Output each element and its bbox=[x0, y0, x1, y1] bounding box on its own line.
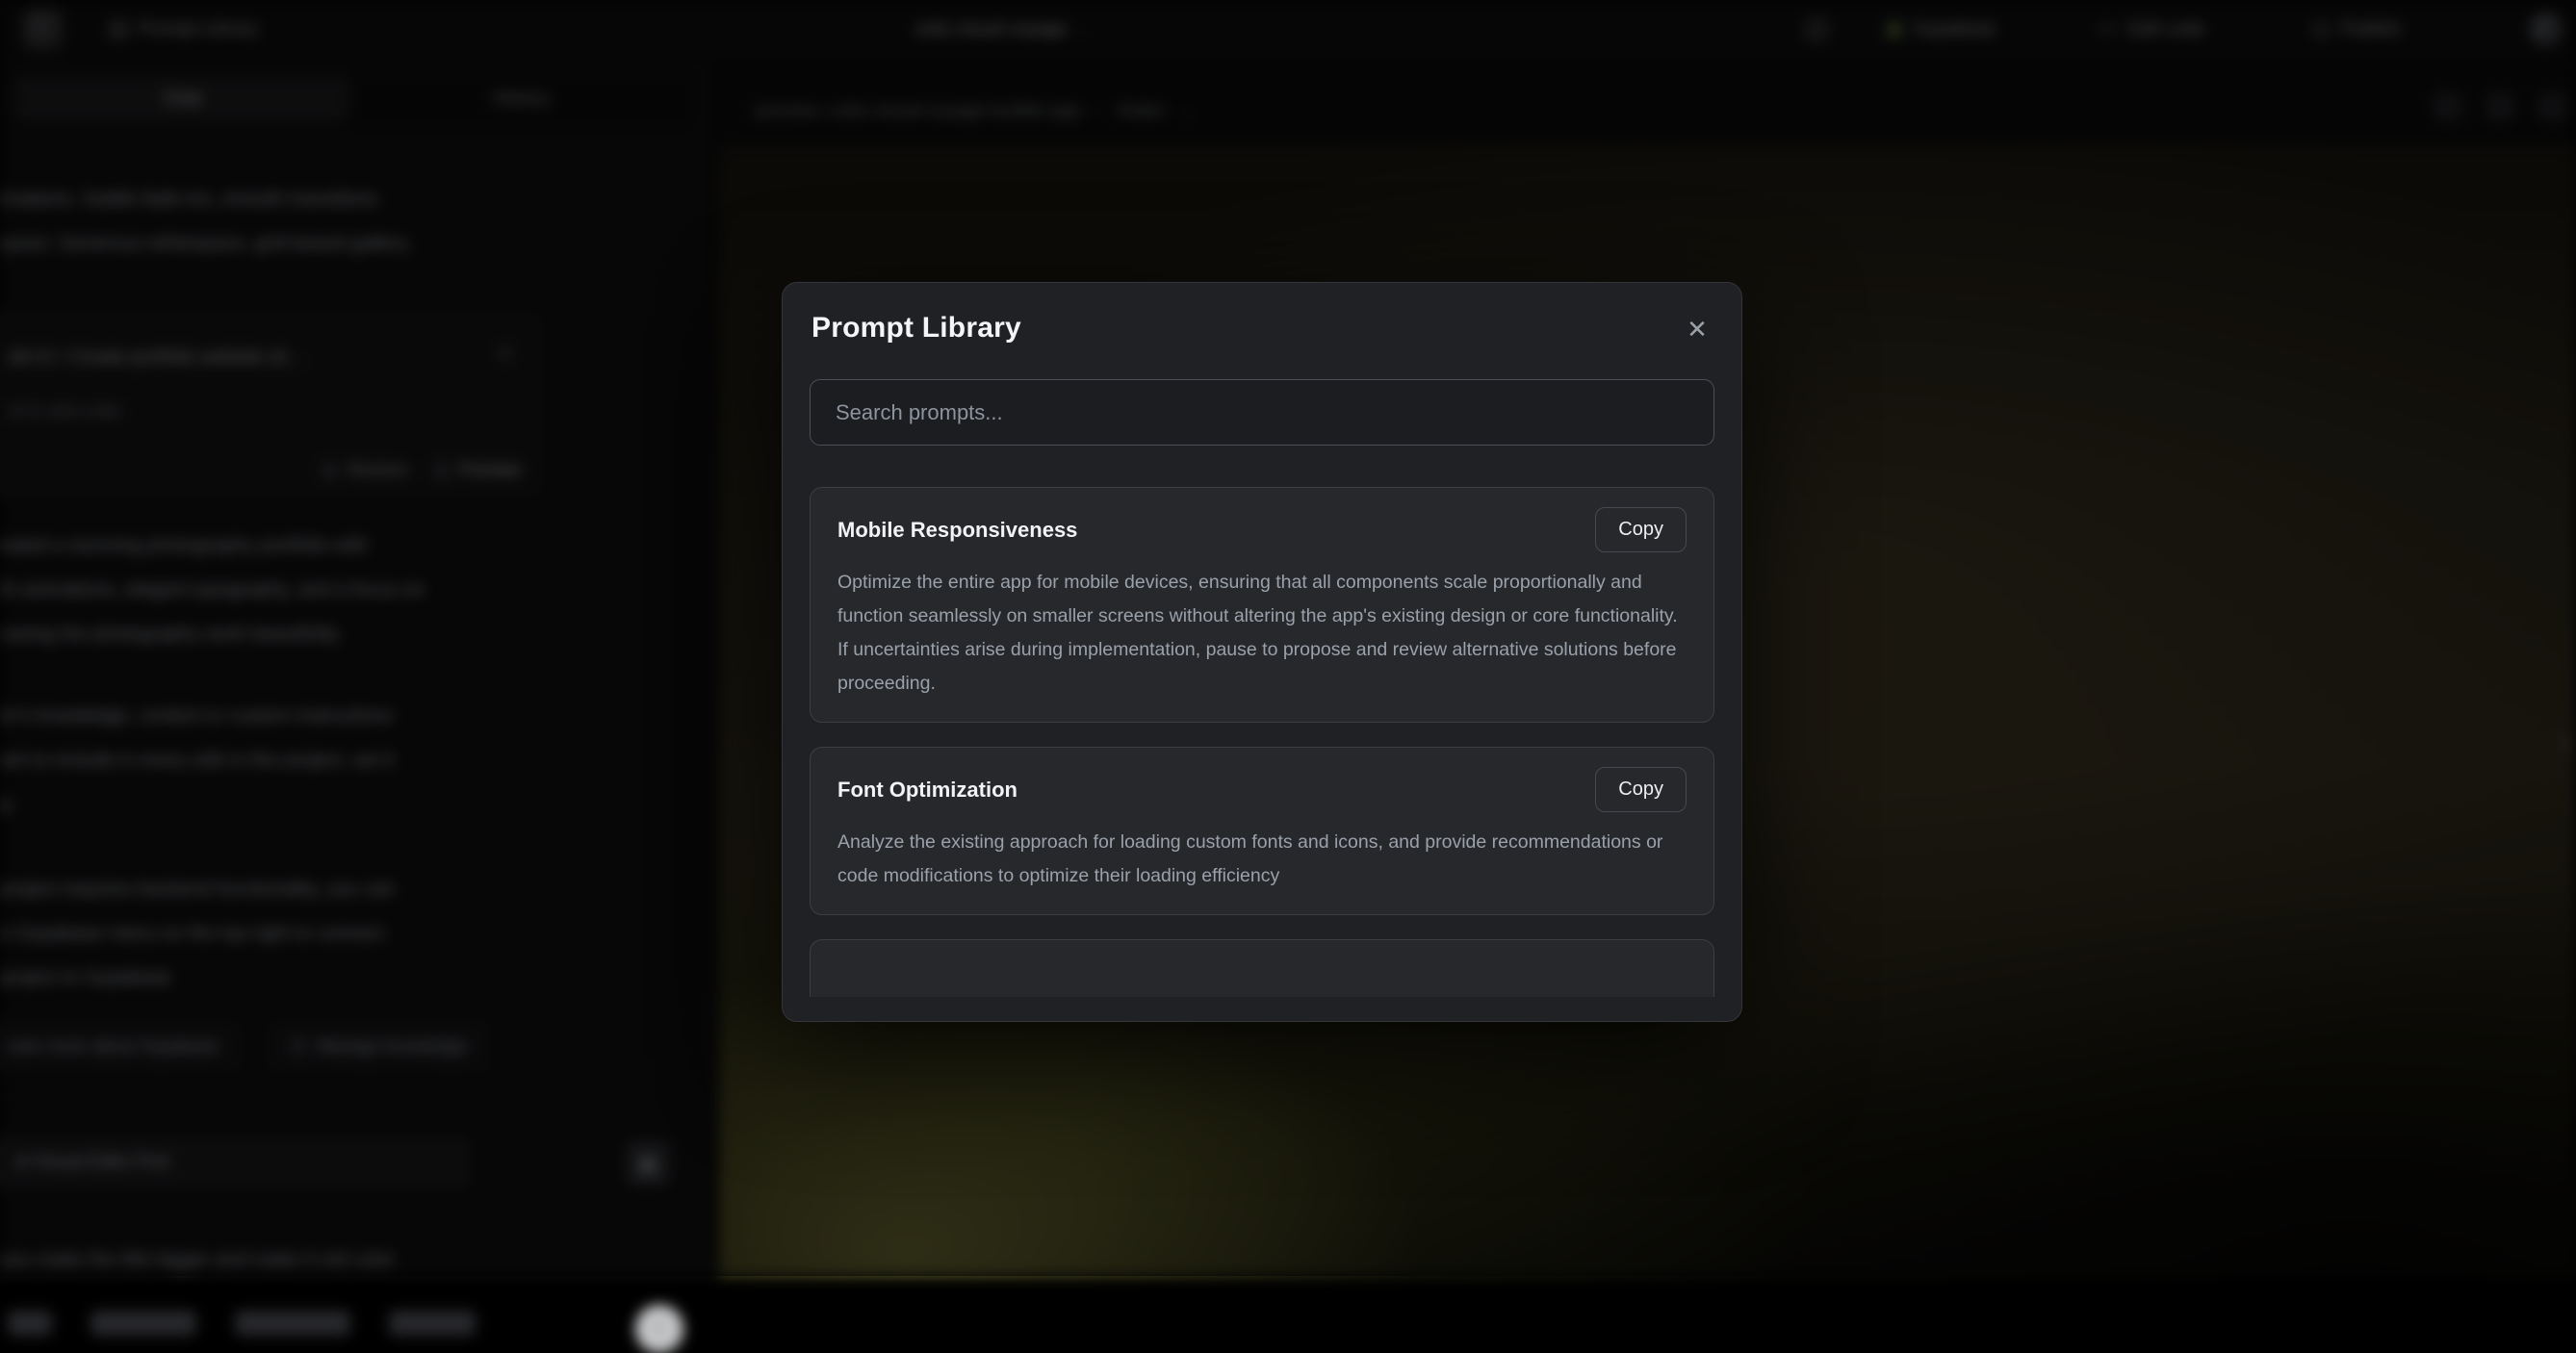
modal-title: Prompt Library bbox=[811, 312, 1021, 345]
close-icon[interactable]: ✕ bbox=[1680, 312, 1714, 346]
send-icon: ↑ bbox=[654, 1315, 665, 1342]
composer-toolbar bbox=[8, 1311, 476, 1336]
search-input[interactable] bbox=[810, 379, 1714, 446]
prompt-card-partial bbox=[810, 939, 1714, 997]
send-button[interactable]: ↑ bbox=[635, 1305, 683, 1353]
composer-action[interactable] bbox=[235, 1311, 350, 1336]
copy-button[interactable]: Copy bbox=[1595, 767, 1687, 812]
composer-action[interactable] bbox=[90, 1311, 196, 1336]
prompt-title: Font Optimization bbox=[837, 778, 1018, 803]
composer-action[interactable] bbox=[8, 1311, 52, 1336]
copy-button[interactable]: Copy bbox=[1595, 507, 1687, 552]
prompt-card-mobile-responsiveness: Mobile Responsiveness Copy Optimize the … bbox=[810, 487, 1714, 723]
prompt-title: Mobile Responsiveness bbox=[837, 518, 1077, 543]
prompt-library-modal: Prompt Library ✕ Mobile Responsiveness C… bbox=[782, 282, 1742, 1022]
prompt-card-font-optimization: Font Optimization Copy Analyze the exist… bbox=[810, 747, 1714, 915]
prompt-list: Mobile Responsiveness Copy Optimize the … bbox=[810, 487, 1714, 997]
composer-action[interactable] bbox=[389, 1311, 476, 1336]
prompt-description: Optimize the entire app for mobile devic… bbox=[837, 566, 1687, 701]
prompt-description: Analyze the existing approach for loadin… bbox=[837, 826, 1687, 893]
